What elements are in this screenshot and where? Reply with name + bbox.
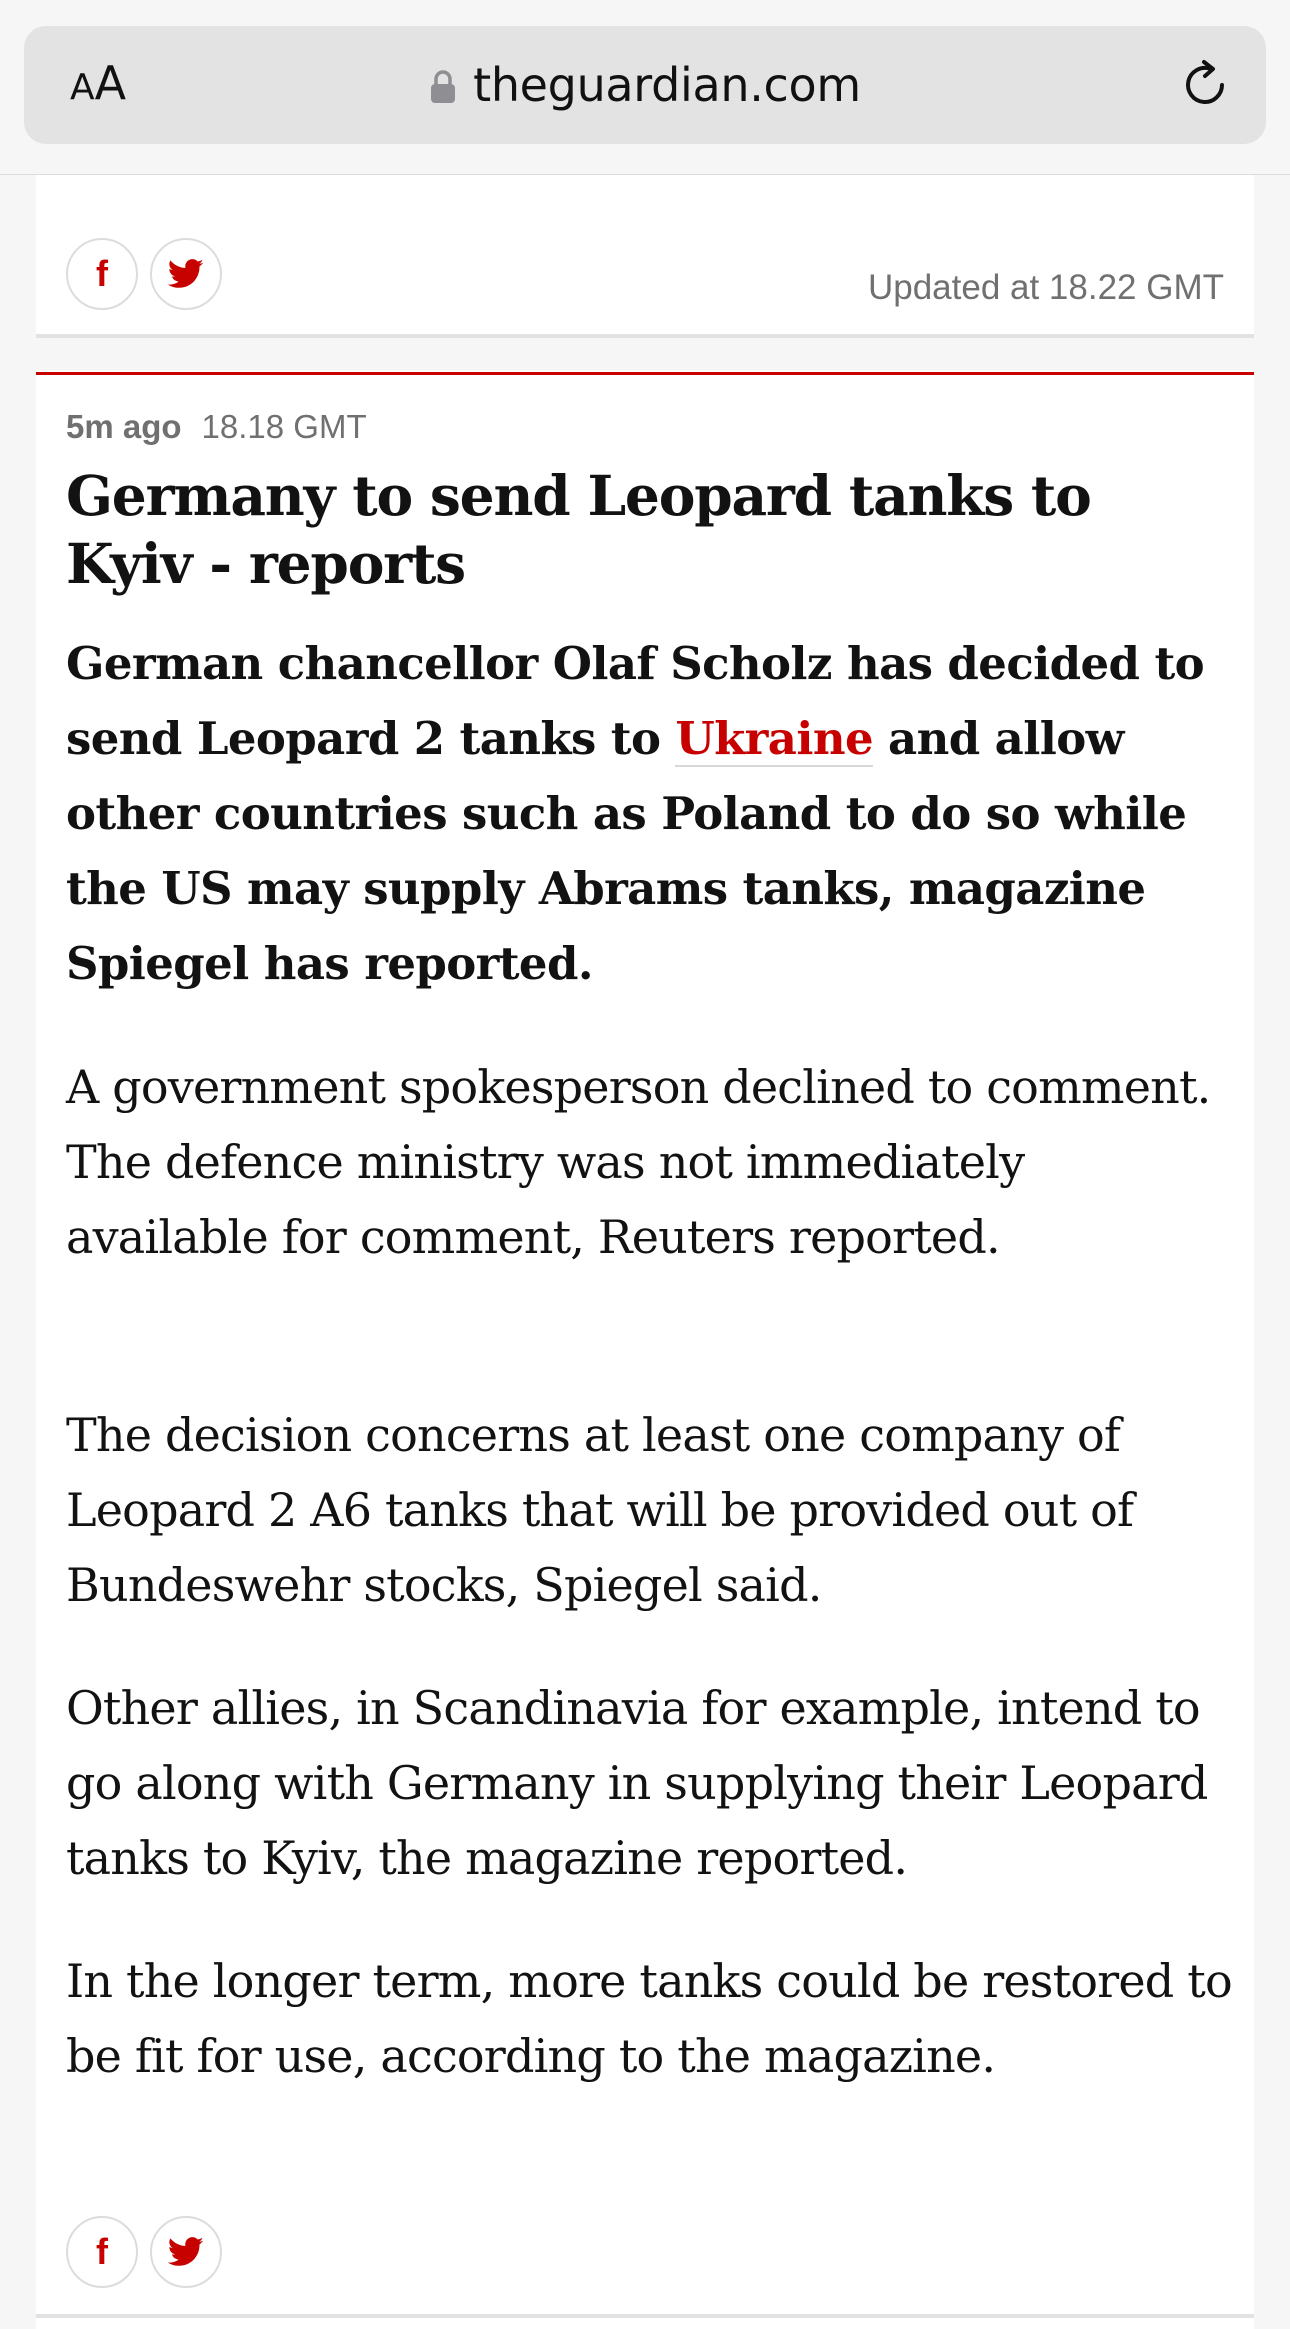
facebook-icon: f	[96, 2231, 108, 2272]
twitter-share-button[interactable]	[150, 2216, 222, 2288]
facebook-icon: f	[96, 253, 108, 294]
entry-standfirst: German chancellor Olaf Scholz has decide…	[66, 626, 1236, 1001]
updated-timestamp: Updated at 18.22 GMT	[867, 268, 1224, 307]
body-paragraph: In the longer term, more tanks could be …	[66, 1954, 1233, 2083]
url-text: theguardian.com	[473, 58, 861, 112]
address-bar[interactable]: AA theguardian.com	[24, 26, 1266, 144]
facebook-share-button[interactable]: f	[66, 2216, 138, 2288]
entry-meta: 5m ago 18.18 GMT	[66, 408, 367, 446]
facebook-share-button[interactable]: f	[66, 238, 138, 310]
share-buttons-previous: f	[66, 238, 234, 310]
entry-timestamp: 18.18 GMT	[201, 408, 367, 445]
reload-icon[interactable]	[1178, 58, 1232, 112]
entry-headline: Germany to send Leopard tanks to Kyiv - …	[66, 463, 1092, 596]
twitter-share-button[interactable]	[150, 238, 222, 310]
entry-time-ago[interactable]: 5m ago	[66, 408, 182, 445]
twitter-icon	[168, 2237, 204, 2266]
ukraine-link[interactable]: Ukraine	[675, 712, 874, 767]
entry-top-rule	[36, 372, 1254, 375]
entry-bottom-divider	[36, 2314, 1254, 2318]
lock-icon	[431, 70, 456, 103]
url-field[interactable]: theguardian.com	[24, 26, 1266, 144]
share-buttons: f	[66, 2216, 234, 2288]
body-paragraph: Other allies, in Scandinavia for example…	[66, 1681, 1208, 1885]
body-paragraph: A government spokesperson declined to co…	[66, 1060, 1211, 1264]
body-paragraph: The decision concerns at least one compa…	[66, 1408, 1134, 1612]
entry-gap	[36, 338, 1254, 370]
twitter-icon	[168, 259, 204, 288]
browser-toolbar: AA theguardian.com	[0, 0, 1290, 175]
liveblog-page: f Updated at 18.22 GMT 5m ago 18.18 GMT G…	[36, 0, 1254, 2329]
